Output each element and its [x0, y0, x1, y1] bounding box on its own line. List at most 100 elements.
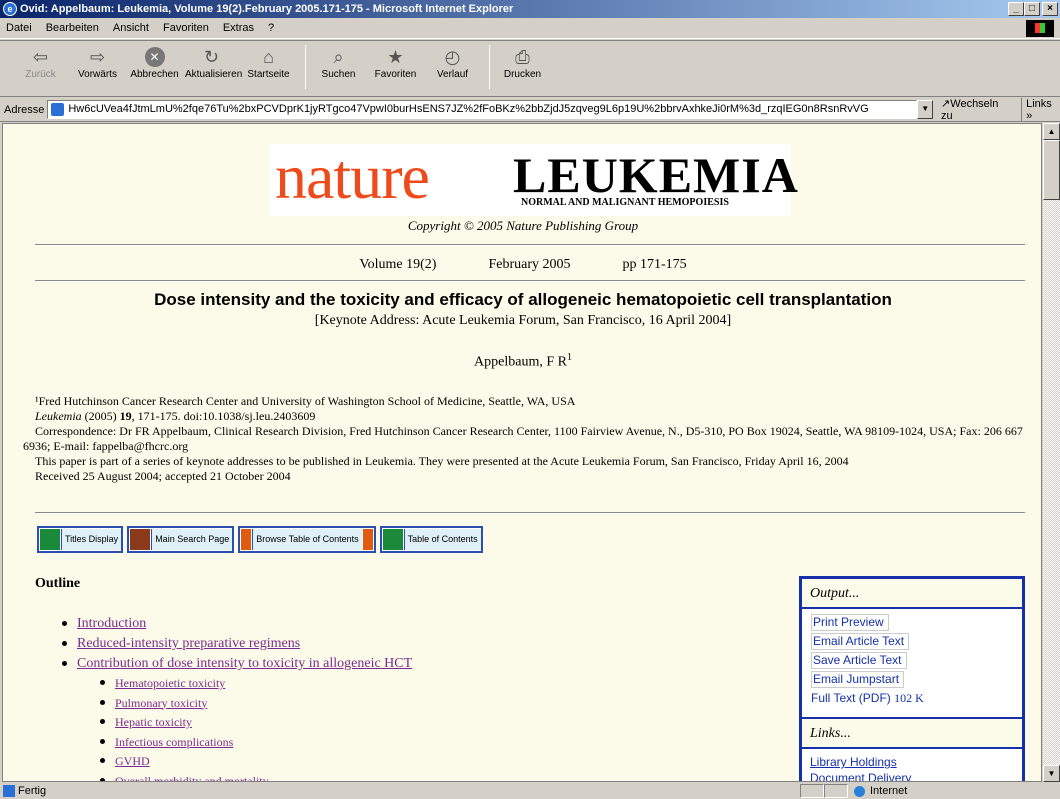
internet-explorer-icon: e [3, 2, 17, 16]
outline-item: Introduction [59, 614, 412, 634]
history-icon: ◴ [444, 47, 461, 67]
window-title-bar: e Ovid: Appelbaum: Leukemia, Volume 19(2… [0, 0, 1060, 18]
outline-item: Contribution of dose intensity to toxici… [59, 654, 412, 674]
close-button[interactable]: × [1042, 2, 1058, 16]
outline-heading: Outline [35, 576, 81, 591]
outline-link[interactable]: Pulmonary toxicity [115, 696, 207, 710]
outline-subitem: GVHD [97, 752, 412, 772]
refresh-icon: ↻ [203, 47, 220, 67]
outline-link[interactable]: Reduced-intensity preparative regimens [77, 636, 300, 651]
address-input[interactable]: Hw6cUVea4fJtmLmU%2fqe76Tu%2bxPCVDprK1jyR… [47, 100, 918, 119]
output-list: Print Preview Email Article Text Save Ar… [802, 609, 1022, 719]
maximize-button[interactable]: □ [1024, 2, 1040, 16]
history-button[interactable]: ◴ Verlauf [426, 45, 479, 80]
outline-link[interactable]: Hematopoietic toxicity [115, 676, 225, 690]
toolbar-separator [305, 45, 306, 89]
stop-button[interactable]: ✕ Abbrechen [128, 45, 181, 80]
volume: Volume 19(2) [359, 257, 437, 272]
copyright: Copyright © 2005 Nature Publishing Group [407, 218, 639, 233]
browse-toc-button[interactable]: Browse Table of Contents [238, 526, 376, 553]
outline-link[interactable]: Overall morbidity and mortality [115, 774, 269, 782]
home-button[interactable]: ⌂ Startseite [242, 45, 295, 80]
back-button[interactable]: ⇦ Zurück [14, 45, 67, 80]
refresh-button[interactable]: ↻ Aktualisieren [185, 45, 242, 80]
received-dates: Received 25 August 2004; accepted 21 Oct… [35, 469, 291, 483]
home-icon: ⌂ [263, 47, 274, 67]
print-button[interactable]: ⎙ Drucken [496, 45, 549, 80]
page-status-icon [3, 785, 15, 797]
full-text-pdf[interactable]: Full Text (PDF) 102 K [811, 690, 1022, 707]
menu-help[interactable]: ? [268, 22, 274, 34]
links-list: Library Holdings Document Delivery [802, 749, 1022, 781]
outline-link[interactable]: Contribution of dose intensity to toxici… [77, 656, 412, 671]
scroll-thumb[interactable] [1043, 140, 1060, 200]
minimize-button[interactable]: _ [1008, 2, 1024, 16]
status-bar: Fertig Internet [0, 783, 1060, 799]
menu-favoriten[interactable]: Favoriten [163, 22, 209, 34]
status-pane [824, 784, 848, 798]
outline-list: Introduction Reduced-intensity preparati… [59, 614, 412, 782]
titles-display-button[interactable]: Titles Display [37, 526, 124, 553]
menu-ansicht[interactable]: Ansicht [113, 22, 149, 34]
vertical-scrollbar[interactable]: ▲ ▼ [1043, 123, 1060, 782]
address-label: Adresse [4, 103, 45, 116]
logo-subtitle: NORMAL AND MALIGNANT HEMOPOIESIS [521, 197, 729, 208]
page-range: pp 171-175 [622, 257, 687, 272]
output-heading: Output... [802, 579, 1022, 609]
article-title: Dose intensity and the toxicity and effi… [154, 290, 892, 309]
go-button[interactable]: ↗Wechseln zu [941, 97, 1011, 122]
search-icon: ⌕ [333, 47, 344, 67]
scroll-up-button[interactable]: ▲ [1043, 123, 1060, 140]
browse-next-icon [362, 529, 373, 550]
favorites-button[interactable]: ★ Favoriten [369, 45, 422, 80]
nature-leukemia-logo: nature LEUKEMIA NORMAL AND MALIGNANT HEM… [269, 141, 798, 216]
window-title: Ovid: Appelbaum: Leukemia, Volume 19(2).… [20, 3, 514, 15]
browse-prev-icon [241, 529, 252, 550]
table-of-contents-icon [382, 529, 403, 550]
outline-link[interactable]: Hepatic toxicity [115, 715, 192, 729]
search-button[interactable]: ⌕ Suchen [312, 45, 365, 80]
logo-journal: LEUKEMIA [513, 147, 799, 203]
library-holdings-link[interactable]: Library Holdings [810, 754, 1022, 770]
status-pane [800, 784, 824, 798]
navigation-buttons: Titles Display Main Search Page Browse T… [37, 526, 483, 553]
menu-bearbeiten[interactable]: Bearbeiten [46, 22, 99, 34]
main-search-page-button[interactable]: Main Search Page [127, 526, 235, 553]
keynote-note: [Keynote Address: Acute Leukemia Forum, … [314, 313, 732, 328]
stop-icon: ✕ [144, 47, 165, 67]
windows-logo-icon [1026, 20, 1054, 37]
document-delivery-link[interactable]: Document Delivery [810, 770, 1022, 781]
links-button[interactable]: Links » [1021, 97, 1060, 122]
table-of-contents-button[interactable]: Table of Contents [379, 526, 483, 553]
outline-subitem: Overall morbidity and mortality [97, 772, 412, 782]
correspondence: Correspondence: Dr FR Appelbaum, Clinica… [23, 424, 1023, 453]
scroll-down-button[interactable]: ▼ [1043, 765, 1060, 782]
outline-item: Reduced-intensity preparative regimens [59, 634, 412, 654]
links-heading: Links... [802, 719, 1022, 749]
print-preview-button[interactable]: Print Preview [811, 614, 889, 631]
favorites-icon: ★ [387, 47, 404, 67]
divider [35, 280, 1025, 282]
address-dropdown-button[interactable]: ▼ [917, 100, 934, 119]
email-jumpstart-button[interactable]: Email Jumpstart [811, 671, 905, 688]
email-article-text-button[interactable]: Email Article Text [811, 633, 910, 650]
menu-bar: Datei Bearbeiten Ansicht Favoriten Extra… [0, 18, 1060, 39]
affiliation: ¹Fred Hutchinson Cancer Research Center … [35, 394, 576, 408]
outline-subitem: Infectious complications [97, 733, 412, 753]
divider [35, 244, 1025, 246]
author: Appelbaum, F R1 [474, 352, 572, 370]
save-article-text-button[interactable]: Save Article Text [811, 652, 907, 669]
outline-link[interactable]: Introduction [77, 616, 146, 631]
citation: Leukemia (2005) 19, 171-175. doi:10.1038… [35, 409, 316, 423]
forward-button[interactable]: ⇨ Vorwärts [71, 45, 124, 80]
outline-subitem: Hematopoietic toxicity [97, 674, 412, 694]
browser-toolbar: ⇦ Zurück ⇨ Vorwärts ✕ Abbrechen ↻ Aktualisie… [0, 40, 1060, 97]
article-metadata: ¹Fred Hutchinson Cancer Research Center … [23, 394, 1033, 484]
series-note: This paper is part of a series of keynot… [35, 454, 849, 468]
outline-link[interactable]: Infectious complications [115, 735, 233, 749]
output-links-panel: Output... Print Preview Email Article Te… [799, 576, 1025, 781]
menu-datei[interactable]: Datei [6, 22, 32, 34]
outline-subitem: Pulmonary toxicity [97, 694, 412, 714]
menu-extras[interactable]: Extras [223, 22, 254, 34]
outline-link[interactable]: GVHD [115, 754, 150, 768]
